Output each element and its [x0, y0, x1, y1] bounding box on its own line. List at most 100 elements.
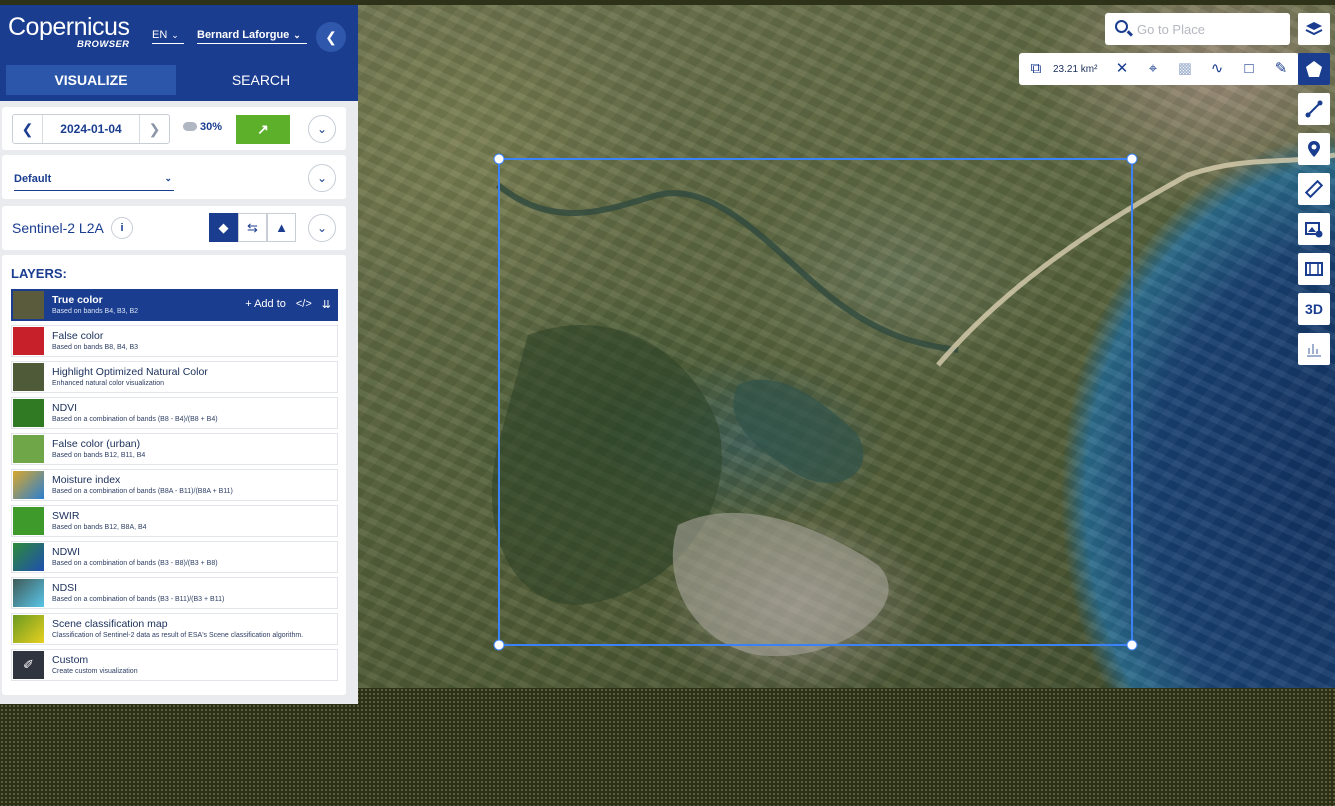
previous-date-button[interactable]: ❮	[13, 115, 43, 143]
river	[496, 182, 959, 353]
search-input[interactable]	[1137, 18, 1285, 40]
layer-description: Based on a combination of bands (B8A - B…	[52, 488, 233, 495]
expand-date-panel-button[interactable]: ⌄	[308, 115, 336, 143]
ruler-icon	[1305, 180, 1323, 198]
3d-icon: 3D	[1305, 301, 1323, 317]
aoi-handle[interactable]	[1126, 153, 1138, 165]
aoi-handle[interactable]	[493, 153, 505, 165]
double-chevron-down-icon[interactable]: ⇊	[322, 298, 331, 311]
point-of-interest-button[interactable]	[1298, 133, 1330, 165]
tab-visualize[interactable]: VISUALIZE	[6, 65, 176, 95]
chevron-down-icon: ⌄	[293, 30, 301, 40]
layer-item[interactable]: False color Based on bands B8, B4, B3	[11, 325, 338, 357]
user-name: Bernard Laforgue	[197, 29, 290, 41]
add-to-label: Add to	[254, 298, 286, 310]
logo-text: Copernicus	[8, 13, 130, 41]
layer-description: Based on bands B8, B4, B3	[52, 344, 139, 351]
date-value[interactable]: 2024-01-04	[43, 115, 139, 143]
language-value: EN	[152, 29, 168, 41]
histogram-icon[interactable]: ▩	[1172, 53, 1198, 85]
chevron-down-icon: ⌄	[171, 30, 179, 40]
layer-item[interactable]: Moisture index Based on a combination of…	[11, 469, 338, 501]
image-download-icon	[1305, 222, 1323, 238]
line-chart-icon[interactable]: ∿	[1204, 53, 1230, 85]
user-menu[interactable]: Bernard Laforgue ⌄	[197, 29, 307, 44]
line-icon	[1305, 100, 1323, 118]
timelapse-button[interactable]	[1298, 253, 1330, 285]
measure-button[interactable]	[1298, 173, 1330, 205]
bar-chart-icon	[1307, 344, 1321, 357]
copernicus-logo[interactable]: Copernicus BROWSER	[8, 13, 130, 50]
chevron-right-icon: ❯	[148, 121, 161, 137]
draw-polygon-button[interactable]	[1298, 53, 1330, 85]
layer-item[interactable]: Scene classification map Classification …	[11, 613, 338, 645]
layer-item[interactable]: NDSI Based on a combination of bands (B3…	[11, 577, 338, 609]
layer-item[interactable]: True color Based on bands B4, B3, B2 + A…	[11, 289, 338, 321]
crosshair-icon[interactable]: ⌖	[1140, 53, 1166, 85]
layer-title: False color	[52, 330, 104, 342]
layer-item[interactable]: NDVI Based on a combination of bands (B8…	[11, 397, 338, 429]
search-icon	[1115, 20, 1128, 33]
arrow-up-right-icon: ↗	[257, 121, 269, 137]
cloud-coverage-value: 30%	[200, 121, 223, 133]
layer-title: Highlight Optimized Natural Color	[52, 366, 208, 378]
layers-control-button[interactable]	[1298, 13, 1330, 45]
collapse-sidebar-button[interactable]: ❮	[316, 22, 346, 52]
layer-description: Based on a combination of bands (B3 - B1…	[52, 596, 225, 603]
aoi-handle[interactable]	[1126, 639, 1138, 651]
film-icon	[1305, 262, 1323, 276]
go-to-place-search	[1105, 13, 1290, 45]
layer-item[interactable]: False color (urban) Based on bands B12, …	[11, 433, 338, 465]
layer-item[interactable]: ✐ Custom Create custom visualization	[11, 649, 338, 681]
layer-title: NDSI	[52, 582, 78, 594]
layers-icon	[1305, 22, 1323, 36]
plus-icon: +	[245, 298, 255, 310]
layer-title: NDWI	[52, 546, 80, 558]
draw-line-button[interactable]	[1298, 93, 1330, 125]
tab-search[interactable]: SEARCH	[176, 65, 346, 95]
layer-thumbnail	[13, 543, 44, 571]
layer-thumbnail	[13, 507, 44, 535]
pencil-icon[interactable]: ✎	[1268, 53, 1294, 85]
aoi-handle[interactable]	[493, 639, 505, 651]
date-panel: ❮ 2024-01-04 ❯ 30% ↗ ⌄	[2, 107, 346, 150]
dataset-info-button[interactable]: i	[111, 217, 133, 239]
copy-icon[interactable]: ⧉	[1023, 53, 1049, 85]
theme-value: Default	[14, 173, 52, 185]
3d-view-button[interactable]: 3D	[1298, 293, 1330, 325]
language-select[interactable]: EN ⌄	[152, 29, 184, 44]
layer-description: Based on bands B4, B3, B2	[52, 308, 139, 315]
sidebar-header: Copernicus BROWSER EN ⌄ Bernard Laforgue ⌄…	[0, 5, 358, 101]
layer-title: Moisture index	[52, 474, 121, 486]
layer-thumbnail	[13, 399, 44, 427]
rectangle-icon[interactable]: □	[1236, 53, 1262, 85]
layer-description: Create custom visualization	[52, 668, 138, 675]
go-to-date-button[interactable]: ↗	[236, 115, 290, 144]
close-icon[interactable]: ✕	[1109, 53, 1135, 85]
layer-item[interactable]: Highlight Optimized Natural Color Enhanc…	[11, 361, 338, 393]
town-area	[672, 512, 889, 657]
layer-title: NDVI	[52, 402, 78, 414]
layer-item[interactable]: NDWI Based on a combination of bands (B3…	[11, 541, 338, 573]
expand-theme-panel-button[interactable]: ⌄	[308, 164, 336, 192]
map-pin-icon	[1308, 141, 1320, 157]
layer-title: Scene classification map	[52, 618, 168, 630]
info-icon: i	[120, 222, 124, 234]
code-icon[interactable]: </>	[296, 298, 312, 311]
download-image-button[interactable]	[1298, 213, 1330, 245]
layer-thumbnail	[13, 579, 44, 607]
layer-actions: + Add to </> ⇊	[245, 298, 331, 311]
layer-description: Based on a combination of bands (B8 - B4…	[52, 416, 218, 423]
effects-button[interactable]: ⇆	[238, 213, 267, 242]
cloud-icon	[183, 122, 197, 131]
theme-select[interactable]: Default ⌄	[14, 171, 174, 191]
layer-item[interactable]: SWIR Based on bands B12, B8A, B4	[11, 505, 338, 537]
pin-button[interactable]: ▲	[267, 213, 296, 242]
expand-dataset-panel-button[interactable]: ⌄	[308, 214, 336, 242]
satellite-map[interactable]	[358, 5, 1335, 688]
next-date-button[interactable]: ❯	[139, 115, 169, 143]
statistics-button[interactable]	[1298, 333, 1330, 365]
cloud-coverage-filter[interactable]: 30%	[183, 121, 222, 133]
layers-view-button[interactable]: ◆	[209, 213, 238, 242]
add-to-button[interactable]: + Add to	[245, 298, 286, 311]
